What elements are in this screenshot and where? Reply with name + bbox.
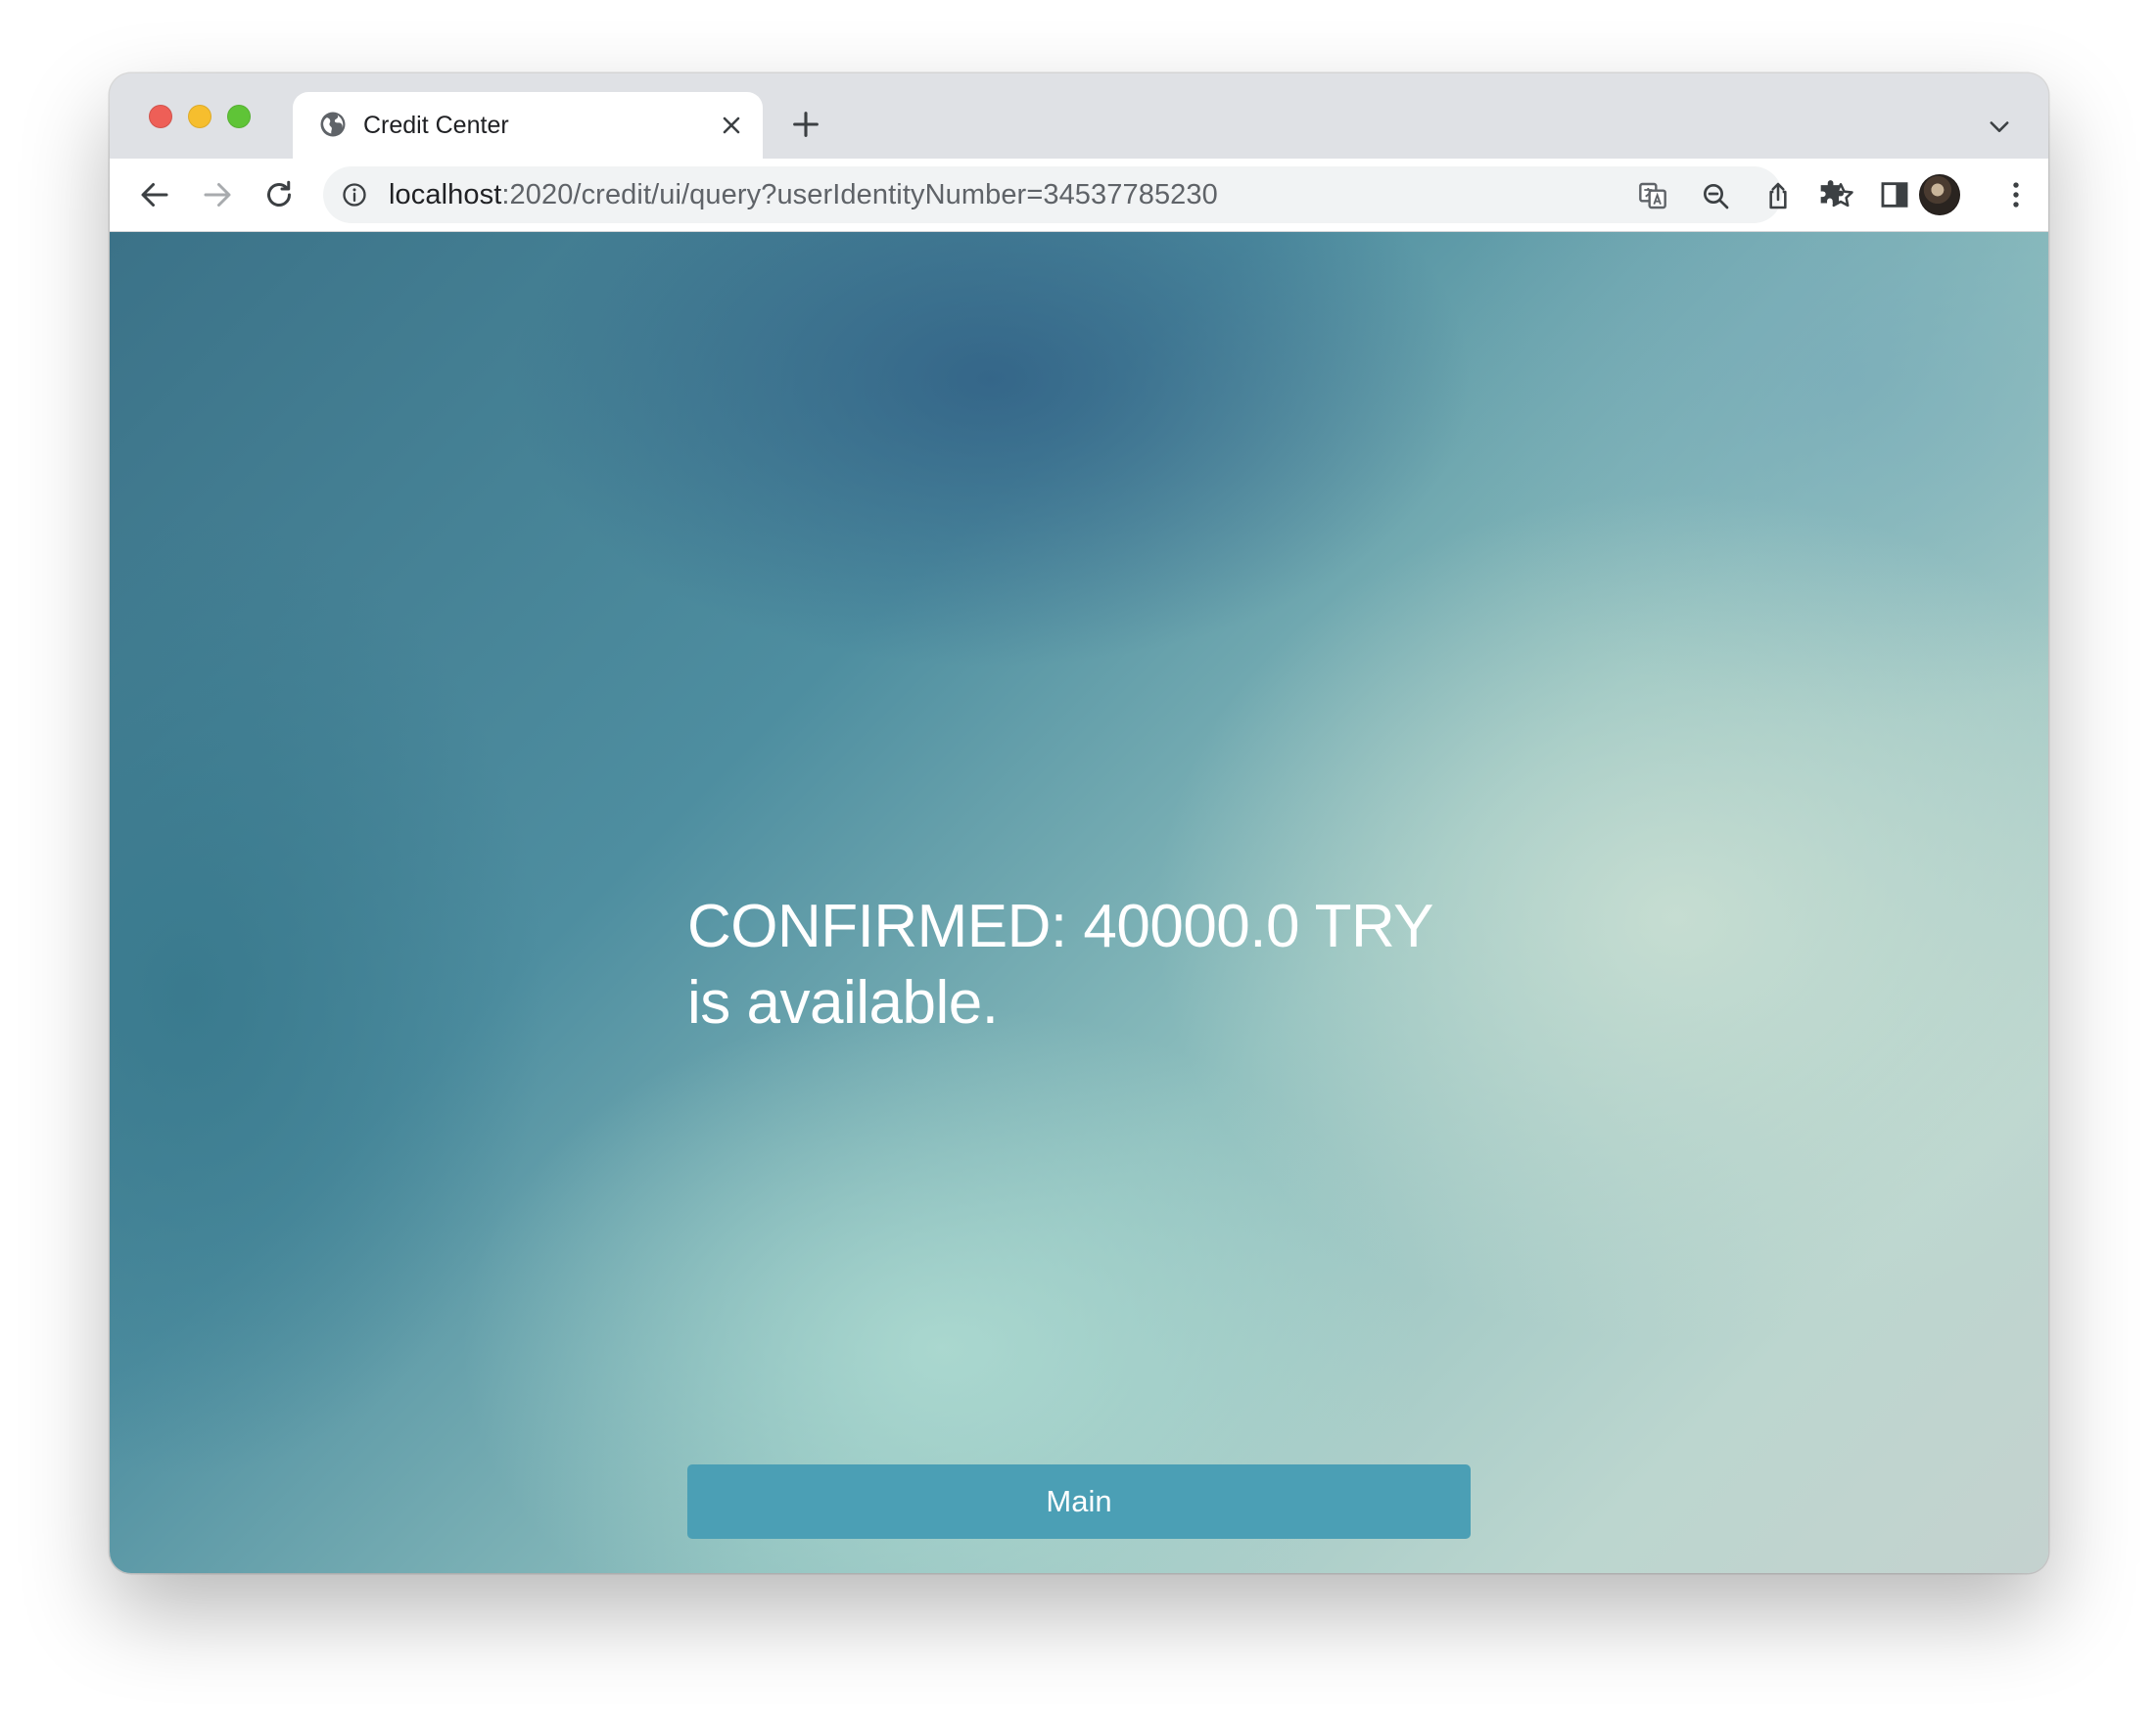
puzzle-icon[interactable] [1815,178,1849,211]
zoom-out-icon[interactable] [1700,180,1731,211]
side-panel-icon[interactable] [1878,178,1911,211]
reload-icon[interactable] [261,177,297,212]
info-icon[interactable] [341,181,368,209]
url-host: localhost [389,179,502,210]
plus-icon[interactable] [789,108,822,141]
chevron-down-icon[interactable] [1986,113,2013,140]
main-button[interactable]: Main [687,1464,1471,1539]
profile-avatar[interactable] [1919,174,1960,215]
browser-window: Credit Center localhost:2020/credit/ui/q… [110,73,2048,1573]
confirmation-message: CONFIRMED: 40000.0 TRY is available. [687,893,1432,1037]
address-bar[interactable]: localhost:2020/credit/ui/query?userIdent… [323,166,1853,223]
tab-credit-center[interactable]: Credit Center [293,92,763,159]
address-url[interactable]: localhost:2020/credit/ui/query?userIdent… [389,180,1218,209]
tab-strip: Credit Center [110,73,2048,159]
arrow-right-icon[interactable] [200,177,235,212]
minimize-window-button[interactable] [188,105,211,128]
arrow-left-icon[interactable] [137,177,172,212]
tab-title: Credit Center [363,112,509,139]
page-content: CONFIRMED: 40000.0 TRY is available. Mai… [110,232,2048,1573]
browser-toolbar: localhost:2020/credit/ui/query?userIdent… [110,159,2048,232]
globe-icon [320,112,346,137]
translate-icon[interactable] [1637,180,1668,211]
kebab-menu-icon[interactable] [1999,178,2033,211]
close-icon[interactable] [718,112,745,139]
close-window-button[interactable] [149,105,172,128]
maximize-window-button[interactable] [227,105,251,128]
share-icon[interactable] [1762,180,1794,211]
url-path: :2020/credit/ui/query?userIdentityNumber… [501,179,1218,210]
